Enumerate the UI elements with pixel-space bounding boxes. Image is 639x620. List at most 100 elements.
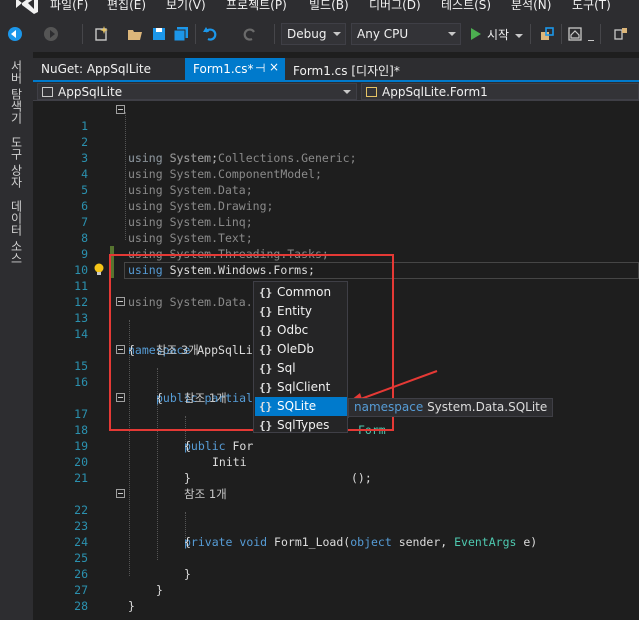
code-line: 27 } <box>36 566 639 613</box>
completion-label: SqlTypes <box>277 418 330 432</box>
project-name: AppSqlLite <box>58 85 123 99</box>
completion-item[interactable]: {} SqlTypes <box>255 416 347 432</box>
completion-item[interactable]: {} Common <box>255 283 347 302</box>
completion-item-selected[interactable]: {} SQLite <box>255 397 347 416</box>
side-tab-data-sources[interactable]: 데이터 소스 <box>8 200 25 264</box>
code-line: 20 } <box>36 438 639 485</box>
menu-view[interactable]: 보기(V) <box>166 0 206 13</box>
chevron-down-icon <box>343 90 351 94</box>
navigation-bar: AppSqlLite AppSqlLite.Form1 <box>33 82 639 101</box>
code-line: 7 using System.Text; <box>36 198 639 245</box>
quick-info-tooltip: namespace System.Data.SQLite <box>348 398 554 417</box>
toolbar-separator <box>561 24 562 44</box>
pin-icon[interactable]: ⊣ <box>255 61 265 75</box>
code-line: 4 using System.Data; <box>36 150 639 197</box>
save-icon[interactable] <box>150 25 168 43</box>
find-icon[interactable] <box>538 25 556 43</box>
document-tab-strip: NuGet: AppSqlLite Form1.cs* ⊣ × Form1.cs… <box>33 58 639 80</box>
code-line: 8 using System.Threading.Tasks; <box>36 214 639 261</box>
code-line: 1 using System; <box>36 102 639 165</box>
code-line: 24 <box>36 518 639 549</box>
completion-item[interactable]: {} SqlClient <box>255 378 347 397</box>
menu-analyze[interactable]: 분석(N) <box>511 0 551 13</box>
tool-window-sidebar: 서버 탐색기 도구 상자 데이터 소스 <box>0 52 33 620</box>
start-button[interactable]: 시작 <box>487 26 509 43</box>
chevron-down-icon <box>333 32 341 36</box>
completion-item[interactable]: {} Odbc <box>255 321 347 340</box>
completion-label: Common <box>277 285 332 299</box>
namespace-icon: {} <box>259 286 273 299</box>
completion-label: Odbc <box>277 323 309 337</box>
completion-label: Entity <box>277 304 313 318</box>
tab-label: Form1.cs [디자인]* <box>293 64 400 78</box>
side-tab-toolbox[interactable]: 도구 상자 <box>8 136 25 188</box>
play-icon[interactable] <box>467 25 485 43</box>
undo-icon[interactable] <box>202 25 220 43</box>
configuration-dropdown[interactable]: Debug <box>281 23 346 45</box>
menu-project[interactable]: 프로젝트(P) <box>226 0 287 13</box>
code-line: 26 } <box>36 550 639 597</box>
class-icon <box>366 87 377 97</box>
completion-item[interactable]: {} OleDb <box>255 340 347 359</box>
namespace-icon: {} <box>259 305 273 318</box>
namespace-icon: {} <box>259 324 273 337</box>
project-icon <box>42 87 53 97</box>
overflow-icon[interactable] <box>588 40 594 41</box>
menu-build[interactable]: 빌드(B) <box>309 0 349 13</box>
menu-test[interactable]: 테스트(S) <box>441 0 491 13</box>
chevron-down-icon[interactable] <box>515 34 523 38</box>
toolbar: Debug Any CPU 시작 <box>0 16 639 52</box>
code-line: 6 using System.Linq; <box>36 182 639 229</box>
tool-icon[interactable] <box>612 25 630 43</box>
code-lens[interactable]: 참조 1개 <box>36 470 639 501</box>
tooltip-text: System.Data.SQLite <box>427 400 548 414</box>
code-line: 25 } <box>36 534 639 581</box>
fold-toggle-icon[interactable] <box>116 105 125 114</box>
lightbulb-icon[interactable] <box>93 263 105 277</box>
toolbar-separator <box>82 24 83 44</box>
toolbar-separator <box>195 24 196 44</box>
close-icon[interactable]: × <box>269 60 279 74</box>
menu-debug[interactable]: 디버그(D) <box>369 0 421 13</box>
save-all-icon[interactable] <box>172 25 190 43</box>
menu-edit[interactable]: 편집(E) <box>107 0 146 13</box>
tab-nuget[interactable]: NuGet: AppSqlLite <box>33 58 185 80</box>
code-line: 21 <box>36 454 639 485</box>
tab-label: NuGet: AppSqlLite <box>41 62 151 76</box>
chevron-down-icon <box>448 32 456 36</box>
new-project-icon[interactable] <box>92 25 110 43</box>
completion-label: OleDb <box>277 342 315 356</box>
tab-form1-designer[interactable]: Form1.cs [디자인]* <box>285 58 415 80</box>
platform-value: Any CPU <box>357 27 409 41</box>
configuration-value: Debug <box>287 27 327 41</box>
code-line: 5 using System.Drawing; <box>36 166 639 213</box>
namespace-icon: {} <box>259 343 273 356</box>
side-tab-server-explorer[interactable]: 서버 탐색기 <box>8 60 25 124</box>
project-dropdown[interactable]: AppSqlLite <box>37 83 357 100</box>
open-folder-icon[interactable] <box>126 25 144 43</box>
completion-item[interactable]: {} Sql <box>255 359 347 378</box>
namespace-icon: {} <box>259 381 273 394</box>
tooltip-keyword: namespace <box>354 400 424 414</box>
code-line: 3 using System.ComponentModel; <box>36 134 639 181</box>
class-name: AppSqlLite.Form1 <box>382 85 488 99</box>
fold-toggle-icon[interactable] <box>116 489 125 498</box>
menu-bar: 파일(F) 편집(E) 보기(V) 프로젝트(P) 빌드(B) 디버그(D) 테… <box>0 0 639 16</box>
class-dropdown[interactable]: AppSqlLite.Form1 <box>361 83 639 100</box>
back-arrow-icon[interactable] <box>6 25 24 43</box>
code-line: 22 private void Form1_Load(object sender… <box>36 486 639 549</box>
toolbar-separator <box>600 24 601 44</box>
completion-label: SQLite <box>277 399 317 413</box>
tab-form1-cs[interactable]: Form1.cs* ⊣ × <box>185 58 285 80</box>
menu-tools[interactable]: 도구(T) <box>572 0 611 13</box>
home-icon[interactable] <box>566 25 584 43</box>
completion-label: Sql <box>277 361 296 375</box>
platform-dropdown[interactable]: Any CPU <box>351 23 461 45</box>
completion-label: SqlClient <box>277 380 331 394</box>
tab-label: Form1.cs* <box>193 62 254 76</box>
menu-file[interactable]: 파일(F) <box>50 0 88 13</box>
forward-arrow-icon[interactable] <box>42 25 60 43</box>
completion-item[interactable]: {} Entity <box>255 302 347 321</box>
code-line: 9 using System.Windows.Forms; <box>36 230 639 277</box>
redo-icon[interactable] <box>240 25 258 43</box>
